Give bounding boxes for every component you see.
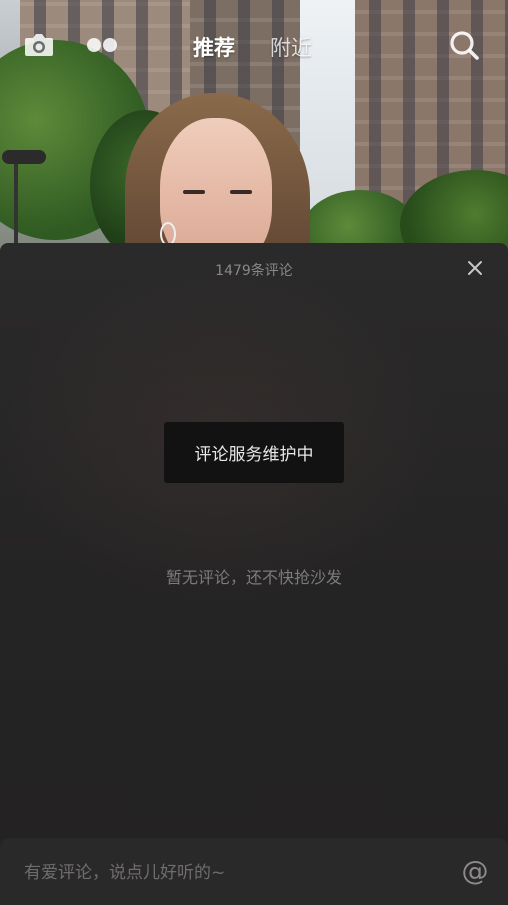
comment-panel: 1479条评论 评论服务维护中 暂无评论，还不快抢沙发 有爱评论，说点儿好听的~…: [0, 243, 508, 905]
comment-input[interactable]: 有爱评论，说点儿好听的~: [24, 858, 424, 884]
tab-recommend[interactable]: 推荐: [193, 32, 235, 62]
person-face: [160, 118, 272, 260]
person-eye: [183, 190, 205, 194]
person-eye: [230, 190, 252, 194]
screen: 推荐 附近 1479条评论 评论服务维护中 暂无评论，还不快抢沙发 有爱评论，说…: [0, 0, 508, 905]
empty-comments-text: 暂无评论，还不快抢沙发: [165, 568, 342, 587]
search-icon[interactable]: [446, 27, 482, 63]
flickr-dots-icon[interactable]: [84, 30, 120, 60]
maintenance-toast: 评论服务维护中: [164, 422, 344, 483]
close-icon[interactable]: [464, 257, 486, 279]
comment-count: 1479条评论: [215, 263, 293, 279]
camera-icon[interactable]: [22, 30, 56, 60]
mention-at-button[interactable]: @: [460, 856, 490, 886]
top-navigation: 推荐 附近: [0, 22, 508, 72]
street-lamp-head: [2, 150, 46, 164]
comment-input-bar: 有爱评论，说点儿好听的~ @: [0, 838, 508, 905]
tab-nearby[interactable]: 附近: [270, 32, 312, 62]
